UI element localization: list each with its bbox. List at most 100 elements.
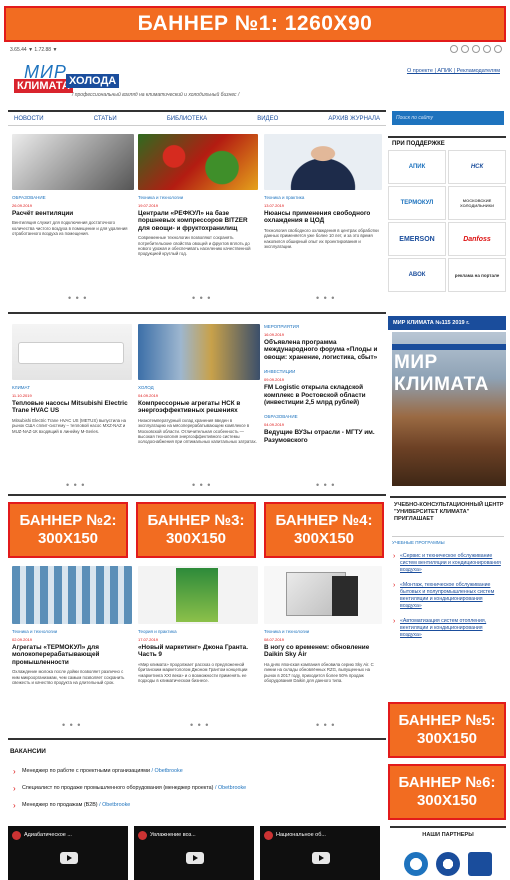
article-title[interactable]: Компрессорные агрегаты НСК в энергоэффек… (138, 400, 260, 415)
sponsor-logo[interactable]: МОСКОВСКИЕ ХОЛОДИЛЬНИКИ (448, 186, 506, 220)
news-category[interactable]: ОБРАЗОВАНИЕ (264, 414, 382, 419)
article-title[interactable]: Тепловые насосы Mitsubishi Electric Tran… (12, 400, 132, 415)
vacancy-source[interactable]: / Obetbrooke (150, 768, 183, 774)
vacancy-item[interactable]: Менеджер по продажам (B2B) / Obetbrooke (13, 801, 130, 810)
article-title[interactable]: Нюансы применения свободного охлаждения … (264, 210, 382, 225)
article-category[interactable]: ХОЛОД (138, 385, 260, 390)
article-category[interactable]: Техника и практика (264, 195, 382, 200)
article-card[interactable]: Теория и практика 17.07.2019 «Новый марк… (138, 566, 258, 683)
video-thumb[interactable]: Адиабатическое ... (8, 826, 128, 880)
sponsor-logo[interactable]: НСК (448, 150, 506, 184)
magazine-heading: МИР КЛИМАТА №115 2019 г. (388, 316, 506, 330)
vacancy-source[interactable]: / Obetbrooke (98, 802, 130, 808)
article-text: Вентиляция служит для подключения достат… (12, 220, 128, 237)
social-icon[interactable] (494, 45, 502, 53)
more-dots[interactable]: • • • (192, 480, 211, 490)
more-dots[interactable]: • • • (190, 720, 209, 730)
article-category[interactable]: Техника и технологии (138, 195, 258, 200)
vacancies-heading: ВАКАНСИИ (10, 748, 46, 755)
more-dots[interactable]: • • • (316, 480, 335, 490)
more-dots[interactable]: • • • (62, 720, 81, 730)
sponsor-logo[interactable]: Danfoss (448, 222, 506, 256)
article-card[interactable]: ХОЛОД 04.09.2019 Компрессорные агрегаты … (138, 324, 260, 445)
banner-5[interactable]: БАННЕР №5: 300Х150 (388, 702, 506, 758)
support-heading: ПРИ ПОДДЕРЖКЕ (388, 136, 506, 147)
news-category[interactable]: ИНВЕСТИЦИИ (264, 369, 382, 374)
nav-item-library[interactable]: БИБЛИОТЕКА (167, 116, 207, 122)
article-card[interactable]: Техника и технологии 08.07.2019 В ногу с… (264, 566, 382, 683)
more-dots[interactable]: • • • (192, 293, 211, 303)
article-text: «Мир климата» продолжает рассказ о предл… (138, 661, 248, 684)
article-title[interactable]: Агрегаты «ТЕРМОКУЛ» для молокоперерабаты… (12, 644, 132, 666)
article-card[interactable]: КЛИМАТ 11.10.2019 Тепловые насосы Mitsub… (12, 324, 132, 434)
support-logos: АПИК НСК ТЕРМОКУЛ МОСКОВСКИЕ ХОЛОДИЛЬНИК… (388, 150, 506, 292)
partner-logo[interactable] (404, 852, 428, 876)
partner-logo[interactable] (468, 852, 492, 876)
article-title[interactable]: Расчёт вентиляции (12, 210, 134, 217)
more-dots[interactable]: • • • (68, 293, 87, 303)
top-banner[interactable]: БАННЕР №1: 1260Х90 (4, 6, 506, 42)
search-input[interactable]: Поиск по сайту (392, 111, 504, 125)
news-category[interactable]: МЕРОПРИЯТИЯ (264, 324, 382, 329)
nav-item-video[interactable]: ВИДЕО (257, 116, 278, 122)
banner-4[interactable]: БАННЕР №4: 300Х150 (264, 502, 384, 558)
article-category[interactable]: Техника и технологии (12, 629, 132, 634)
vacancy-source[interactable]: / Obetbrooke (213, 785, 246, 791)
sponsor-logo[interactable]: АВОК (388, 258, 446, 292)
program-link[interactable]: «Автоматизация систем отопления, вентиля… (392, 618, 504, 639)
vacancy-title[interactable]: Специалист по продаже промышленного обор… (22, 785, 213, 791)
news-title[interactable]: Объявлена программа международного форум… (264, 339, 382, 361)
sponsor-logo[interactable]: ТЕРМОКУЛ (388, 186, 446, 220)
more-dots[interactable]: • • • (316, 720, 335, 730)
top-links[interactable]: О проекте | АПИК | Рекламодателям (407, 68, 500, 74)
sponsor-logo[interactable]: реклама на портале (448, 258, 506, 292)
program-link[interactable]: «Сервис и техническое обслуживание систе… (392, 553, 504, 574)
nav-item-articles[interactable]: СТАТЬИ (94, 116, 117, 122)
article-card[interactable]: ОБРАЗОВАНИЕ 26.09.2019 Расчёт вентиляции… (12, 134, 134, 237)
sponsor-logo[interactable]: АПИК (388, 150, 446, 184)
social-icon[interactable] (483, 45, 491, 53)
article-card[interactable]: Техника и технологии 19.07.2019 Централи… (138, 134, 258, 257)
more-dots[interactable]: • • • (66, 480, 85, 490)
section-divider (8, 494, 386, 496)
vacancy-title[interactable]: Менеджер по продажам (B2B) (22, 802, 98, 808)
article-category[interactable]: Теория и практика (138, 629, 258, 634)
article-title[interactable]: Централи «РЕФКУЛ» на базе поршневых комп… (138, 210, 258, 232)
video-thumb[interactable]: Увлажнение воз... (134, 826, 254, 880)
article-category[interactable]: Техника и технологии (264, 629, 382, 634)
play-icon[interactable] (186, 852, 204, 864)
article-text: Современные технологии позволяют сохраня… (138, 235, 251, 257)
news-title[interactable]: Ведущие ВУЗы отрасли - МГТУ им. Разумовс… (264, 429, 382, 444)
play-icon[interactable] (60, 852, 78, 864)
article-title[interactable]: «Новый маркетинг» Джона Гранта. Часть 9 (138, 644, 258, 659)
banner-3[interactable]: БАННЕР №3: 300Х150 (136, 502, 256, 558)
nav-item-news[interactable]: НОВОСТИ (14, 116, 44, 122)
play-icon[interactable] (312, 852, 330, 864)
vacancy-item[interactable]: Специалист по продаже промышленного обор… (13, 784, 246, 793)
article-image (138, 566, 258, 624)
article-card[interactable]: Техника и практика 13.07.2019 Нюансы при… (264, 134, 382, 249)
banner-2[interactable]: БАННЕР №2: 300Х150 (8, 502, 128, 558)
social-icon[interactable] (461, 45, 469, 53)
article-category[interactable]: КЛИМАТ (12, 385, 132, 390)
sponsor-logo[interactable]: EMERSON (388, 222, 446, 256)
vacancy-item[interactable]: Менеджер по работе с проектными организа… (13, 767, 183, 776)
article-card[interactable]: Техника и технологии 02.09.2019 Агрегаты… (12, 566, 132, 685)
news-title[interactable]: FM Logistic открыла складской комплекс в… (264, 384, 382, 406)
partner-logo[interactable] (436, 852, 460, 876)
social-icon[interactable] (472, 45, 480, 53)
article-title[interactable]: В ногу со временем: обновление Daikin Sk… (264, 644, 382, 659)
program-link[interactable]: «Монтаж, техническое обслуживание бытовы… (392, 582, 504, 610)
article-date: 08.07.2019 (264, 637, 285, 642)
cover-title: МИР КЛИМАТА (394, 352, 489, 395)
social-icon[interactable] (450, 45, 458, 53)
magazine-cover[interactable]: МИР КЛИМАТА (392, 332, 506, 486)
more-dots[interactable]: • • • (316, 293, 335, 303)
article-date: 13.07.2019 (264, 203, 285, 208)
article-date: 04.09.2019 (138, 393, 159, 398)
video-thumb[interactable]: Национальное об... (260, 826, 380, 880)
vacancy-title[interactable]: Менеджер по работе с проектными организа… (22, 768, 150, 774)
banner-6[interactable]: БАННЕР №6: 300Х150 (388, 764, 506, 820)
article-category[interactable]: ОБРАЗОВАНИЕ (12, 195, 134, 200)
nav-item-archive[interactable]: АРХИВ ЖУРНАЛА (328, 116, 380, 122)
